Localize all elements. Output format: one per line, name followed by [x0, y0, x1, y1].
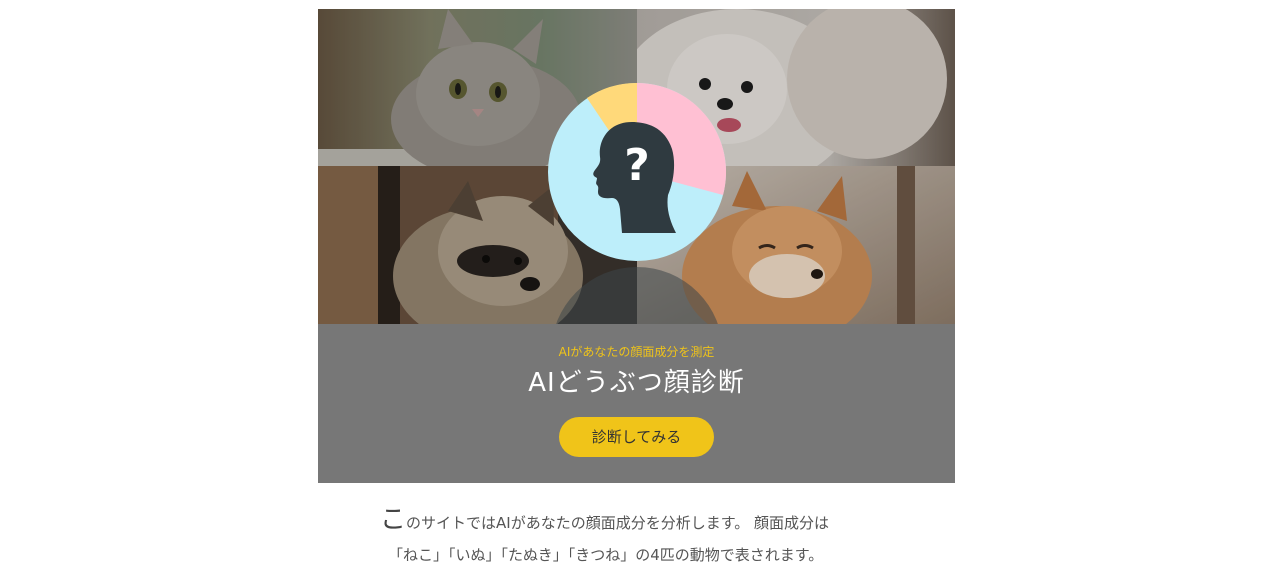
intro-line-1: このサイトではAIがあなたの顔面成分を分析します。 顔面成分は: [380, 504, 900, 539]
hero-tagline: AIがあなたの顔面成分を測定: [558, 345, 715, 359]
start-diagnosis-button[interactable]: 診断してみる: [559, 417, 714, 457]
svg-text:?: ?: [624, 140, 650, 191]
intro-text: このサイトではAIがあなたの顔面成分を分析します。 顔面成分は 「ねこ」「いぬ」…: [380, 504, 900, 571]
intro-dropcap: こ: [380, 505, 407, 535]
hero-banner: ? AIがあなたの顔面成分を測定 AIどうぶつ顔診断 診断してみる: [318, 9, 955, 483]
face-analysis-emblem: ?: [548, 82, 727, 261]
page: ? AIがあなたの顔面成分を測定 AIどうぶつ顔診断 診断してみる このサイトで…: [0, 0, 1275, 579]
intro-line-2: 「ねこ」「いぬ」「たぬき」「きつね」の4匹の動物で表されます。: [388, 546, 824, 564]
hero-panel: AIがあなたの顔面成分を測定 AIどうぶつ顔診断 診断してみる: [318, 324, 955, 483]
intro-line-1-text: のサイトではAIがあなたの顔面成分を分析します。 顔面成分は: [406, 514, 829, 532]
page-title: AIどうぶつ顔診断: [528, 368, 745, 398]
